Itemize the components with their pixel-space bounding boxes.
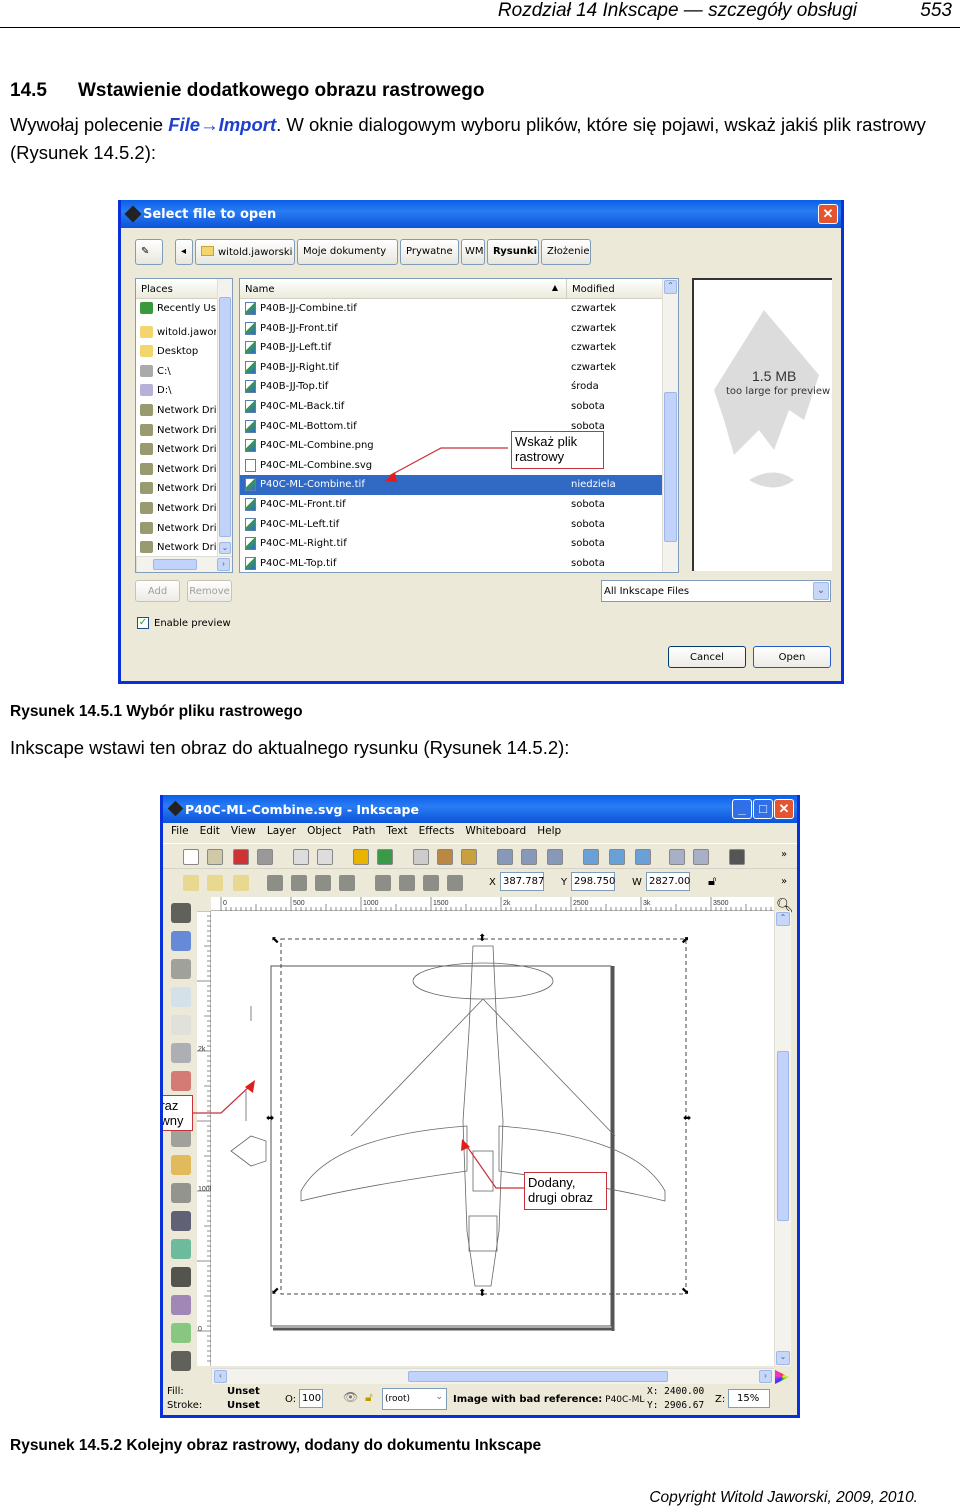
callout-added-image: Dodany, drugi obraz: [524, 1172, 607, 1210]
callout-arrow: [385, 447, 508, 482]
section-title: Wstawienie dodatkowego obrazu rastrowego: [78, 80, 485, 101]
inkscape-window: P40C-ML-Combine.svg - Inkscape _ □ ✕ Fil…: [160, 795, 800, 1418]
section-heading: 14.5 Wstawienie dodatkowego obrazu rastro…: [10, 80, 484, 102]
section-number: 14.5: [10, 80, 47, 101]
intro-paragraph: Wywołaj polecenie File→Import. W oknie d…: [10, 111, 955, 167]
copyright: Copyright Witold Jaworski, 2009, 2010.: [649, 1489, 918, 1506]
intro-text: Wywołaj polecenie: [10, 114, 169, 135]
command-file-import: File→Import: [168, 114, 277, 135]
select-file-dialog: Select file to open ✕ ✎ ◂ witold.jaworsk…: [118, 200, 844, 684]
paragraph-2: Inkscape wstawi ten obraz do aktualnego …: [10, 737, 570, 758]
figure-caption-2: Rysunek 14.5.2 Kolejny obraz rastrowy, d…: [10, 1437, 542, 1454]
figure-caption-1: Rysunek 14.5.1 Wybór pliku rastrowego: [10, 703, 303, 720]
page-header: Rozdział 14 Inkscape — szczegóły obsługi…: [0, 0, 960, 28]
chapter-title: Rozdział 14 Inkscape — szczegóły obsługi: [497, 0, 857, 21]
callout-arrows: [193, 1080, 524, 1189]
callout-select-raster: Wskaż plik rastrowy: [511, 431, 604, 469]
page-number: 553: [920, 0, 952, 21]
callout-main-image: Obraz główny: [163, 1095, 193, 1131]
